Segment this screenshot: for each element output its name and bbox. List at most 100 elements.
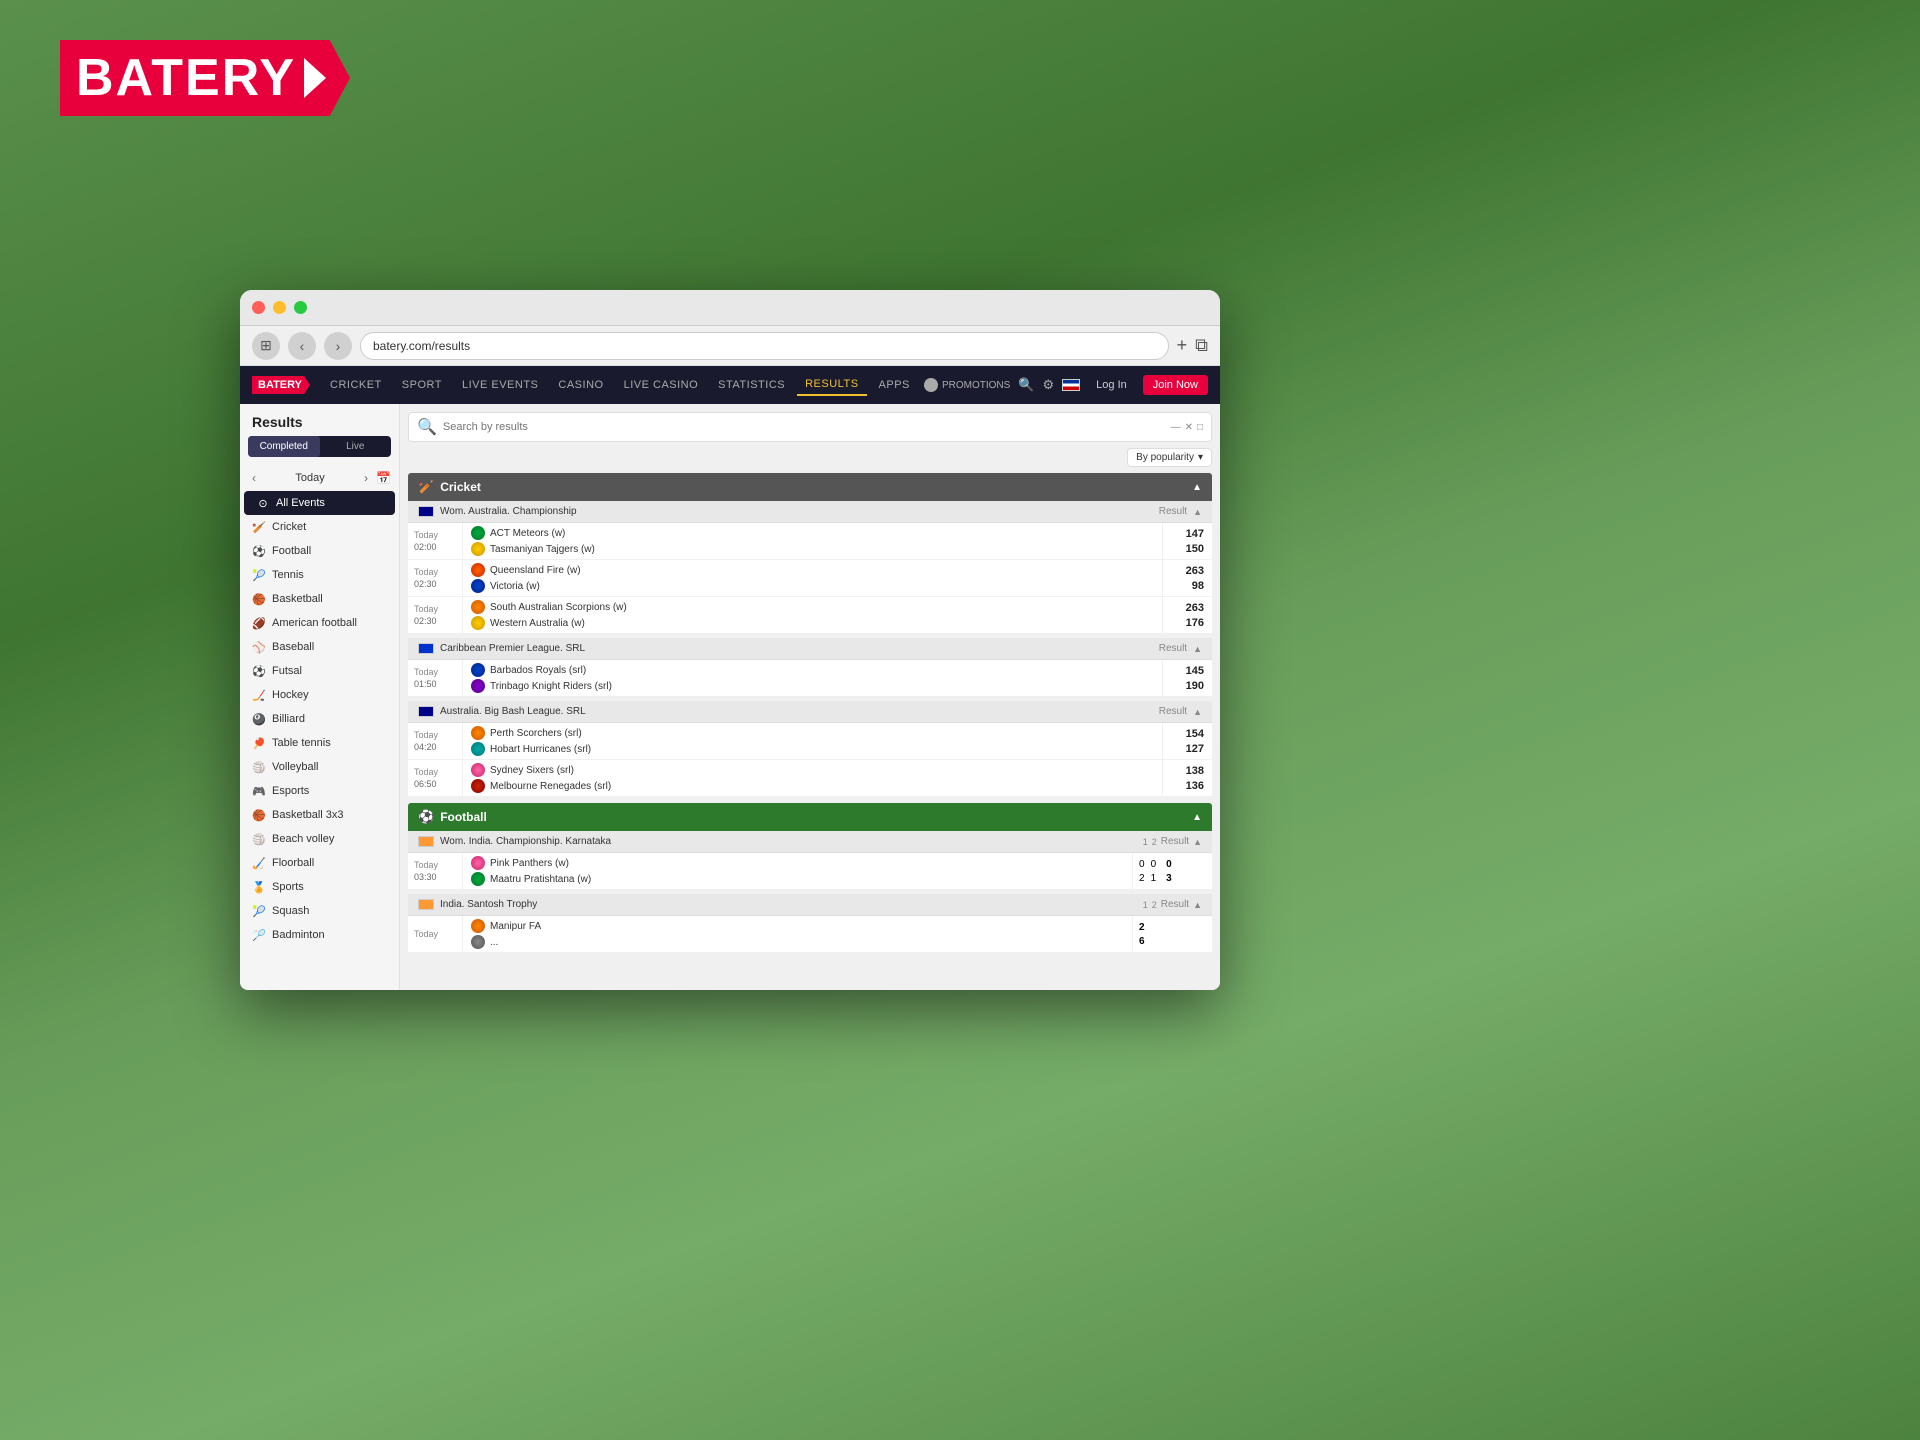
current-date: Today (264, 472, 356, 484)
sidebar-item-baseball[interactable]: ⚾Baseball (240, 635, 399, 659)
football-section-header[interactable]: ⚽ Football ▲ (408, 803, 1212, 831)
sidebar-item-floorball[interactable]: 🏑Floorball (240, 851, 399, 875)
forward-button[interactable]: › (324, 332, 352, 360)
sidebar-item-cricket[interactable]: 🏏Cricket (240, 515, 399, 539)
all-events-icon: ⊙ (256, 496, 270, 510)
football-section-chevron[interactable]: ▲ (1192, 812, 1202, 823)
league-chevron-1[interactable]: ▲ (1193, 507, 1202, 517)
team-row-12: Melbourne Renegades (srl) (471, 779, 1154, 793)
search-icon[interactable]: 🔍 (1018, 377, 1034, 393)
sidebar-item-volleyball[interactable]: 🏐Volleyball (240, 755, 399, 779)
sidebar-item-esports[interactable]: 🎮Esports (240, 779, 399, 803)
team-name-1: ACT Meteors (w) (490, 528, 565, 539)
nav-live-casino[interactable]: LIVE CASINO (616, 375, 707, 395)
site-logo-small[interactable]: BATERY (252, 376, 310, 394)
team-logo-12 (471, 779, 485, 793)
team-row-2: Tasmaniyan Tajgers (w) (471, 542, 1154, 556)
sidebar-item-futsal[interactable]: ⚽Futsal (240, 659, 399, 683)
sidebar-item-sports[interactable]: 🏅Sports (240, 875, 399, 899)
main-content: Results Completed Live ‹ Today › 📅 ⊙ All… (240, 404, 1220, 990)
next-date-btn[interactable]: › (360, 469, 372, 487)
league-india-santosh: India. Santosh Trophy 1 2 Result ▲ (408, 894, 1212, 916)
league-chevron-carib[interactable]: ▲ (1193, 644, 1202, 654)
window-minimize-btn[interactable] (273, 301, 286, 314)
search-icon-small: 🔍 (417, 417, 437, 437)
football-team-logo-4 (471, 935, 485, 949)
window-maximize-btn[interactable] (294, 301, 307, 314)
logo-text: BATERY (76, 48, 296, 108)
tabs-icon[interactable]: ⊞ (252, 332, 280, 360)
sidebar-item-billiard[interactable]: 🎱Billiard (240, 707, 399, 731)
sidebar-item-basketball-3x3[interactable]: 🏀Basketball 3x3 (240, 803, 399, 827)
search-min-btn[interactable]: — (1171, 422, 1181, 433)
team-logo-2 (471, 542, 485, 556)
sidebar-item-tennis[interactable]: 🎾Tennis (240, 563, 399, 587)
match-time-5: Today 04:20 (408, 723, 463, 759)
league-chevron-santosh[interactable]: ▲ (1193, 900, 1202, 910)
calendar-icon[interactable]: 📅 (376, 471, 391, 485)
football-team-name-1: Pink Panthers (w) (490, 858, 569, 869)
league-name: Wom. Australia. Championship (440, 506, 577, 517)
league-name-santosh: India. Santosh Trophy (440, 899, 537, 910)
prev-date-btn[interactable]: ‹ (248, 469, 260, 487)
promotions-btn[interactable]: PROMOTIONS (924, 378, 1010, 392)
football-scores-1: 0 0 0 2 1 3 (1132, 853, 1212, 889)
search-input[interactable] (443, 421, 1165, 433)
sidebar-icon-16: 🎾 (252, 904, 266, 918)
join-button[interactable]: Join Now (1143, 375, 1208, 395)
search-close-btn[interactable]: ✕ (1185, 422, 1193, 433)
football-match-day-1: Today (414, 860, 456, 870)
santosh-col2: 2 (1152, 900, 1157, 910)
league-bigbash: Australia. Big Bash League. SRL Result ▲ (408, 701, 1212, 723)
sidebar: Results Completed Live ‹ Today › 📅 ⊙ All… (240, 404, 400, 990)
sidebar-icon-1: ⚽ (252, 544, 266, 558)
login-button[interactable]: Log In (1088, 376, 1135, 394)
nav-apps[interactable]: APPS (871, 375, 918, 395)
copy-icon[interactable]: ⧉ (1195, 335, 1208, 356)
language-flag[interactable] (1062, 379, 1080, 391)
search-expand-btn[interactable]: □ (1197, 422, 1203, 433)
nav-results[interactable]: RESULTS (797, 374, 866, 396)
address-bar[interactable]: batery.com/results (360, 332, 1169, 360)
cricket-section-header[interactable]: 🏏 Cricket ▲ (408, 473, 1212, 501)
back-button[interactable]: ‹ (288, 332, 316, 360)
match-time-2: Today 02:30 (408, 560, 463, 596)
window-close-btn[interactable] (252, 301, 265, 314)
sidebar-item-hockey[interactable]: 🏒Hockey (240, 683, 399, 707)
logo[interactable]: BATERY (60, 40, 350, 116)
nav-live-events[interactable]: LIVE EVENTS (454, 375, 546, 395)
football-col1-header: 1 (1143, 837, 1148, 847)
sort-button[interactable]: By popularity ▾ (1127, 448, 1212, 467)
match-score-2: 263 98 (1162, 560, 1212, 596)
result-label-carib: Result (1159, 643, 1187, 654)
league-chevron-bigbash[interactable]: ▲ (1193, 707, 1202, 717)
sidebar-item-table-tennis[interactable]: 🏓Table tennis (240, 731, 399, 755)
cricket-section: 🏏 Cricket ▲ Wom. Australia. Championship… (408, 473, 1212, 797)
nav-casino[interactable]: CASINO (550, 375, 611, 395)
match-teams-1: ACT Meteors (w) Tasmaniyan Tajgers (w) (463, 523, 1162, 559)
sidebar-item-american-football[interactable]: 🏈American football (240, 611, 399, 635)
settings-icon[interactable]: ⚙ (1043, 377, 1055, 393)
cricket-section-chevron[interactable]: ▲ (1192, 482, 1202, 493)
tab-completed[interactable]: Completed (248, 436, 320, 457)
tab-live[interactable]: Live (320, 436, 392, 457)
nav-statistics[interactable]: STATISTICS (710, 375, 793, 395)
aus-flag (418, 506, 434, 517)
add-tab-icon[interactable]: + (1177, 335, 1188, 356)
team-name-12: Melbourne Renegades (srl) (490, 781, 611, 792)
match-time-3: Today 02:30 (408, 597, 463, 633)
score-3-2: 176 (1186, 617, 1204, 629)
sidebar-item-football[interactable]: ⚽Football (240, 539, 399, 563)
sidebar-item-basketball[interactable]: 🏀Basketball (240, 587, 399, 611)
match-teams-4: Barbados Royals (srl) Trinbago Knight Ri… (463, 660, 1162, 696)
match-score-6: 138 136 (1162, 760, 1212, 796)
league-chevron-india[interactable]: ▲ (1193, 837, 1202, 847)
nav-cricket[interactable]: CRICKET (322, 375, 390, 395)
league-name-carib: Caribbean Premier League. SRL (440, 643, 585, 654)
sidebar-item-all-events[interactable]: ⊙ All Events (244, 491, 395, 515)
league-wom-aus-championship: Wom. Australia. Championship Result ▲ (408, 501, 1212, 523)
sidebar-item-beach-volley[interactable]: 🏐Beach volley (240, 827, 399, 851)
sidebar-item-squash[interactable]: 🎾Squash (240, 899, 399, 923)
nav-sport[interactable]: SPORT (394, 375, 450, 395)
sidebar-item-badminton[interactable]: 🏸Badminton (240, 923, 399, 947)
